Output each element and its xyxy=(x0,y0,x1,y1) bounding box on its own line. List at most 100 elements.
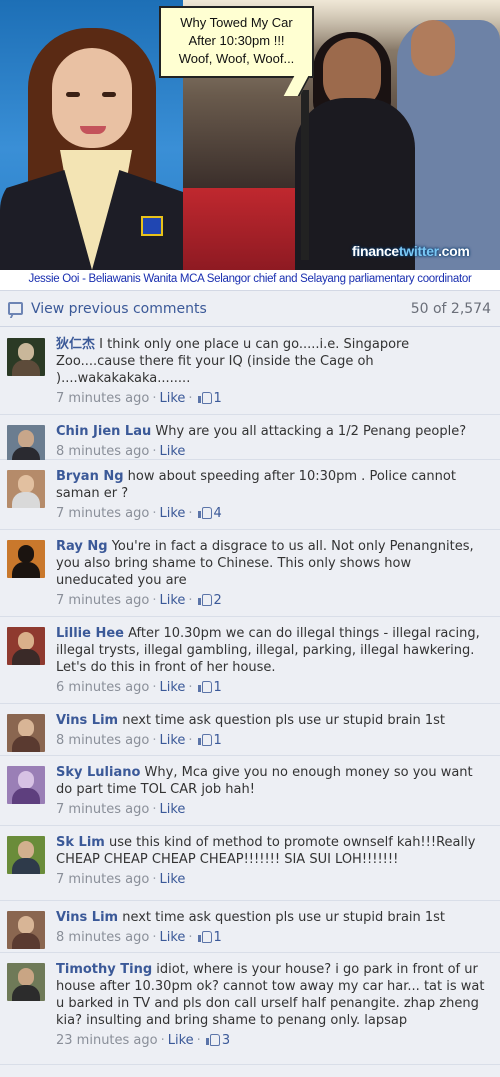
comment-author-link[interactable]: Vins Lim xyxy=(56,910,118,925)
comment-meta: 7 minutes ago · Like xyxy=(56,802,186,817)
comment-author-link[interactable]: Ray Ng xyxy=(56,539,108,554)
comment-body: Sky Luliano Why, Mca give you no enough … xyxy=(56,764,492,798)
comment-item: Ray Ng You're in fact a disgrace to us a… xyxy=(0,530,500,617)
like-link[interactable]: Like xyxy=(168,1033,194,1048)
comment-item: 狄仁杰 I think only one place u can go.....… xyxy=(0,328,500,415)
like-count[interactable]: 1 xyxy=(214,733,222,748)
comment-body: Bryan Ng how about speeding after 10:30p… xyxy=(56,468,492,502)
like-link[interactable]: Like xyxy=(159,391,185,406)
avatar[interactable] xyxy=(7,627,45,665)
comment-meta: 7 minutes ago · Like xyxy=(56,872,186,887)
like-link[interactable]: Like xyxy=(159,733,185,748)
avatar[interactable] xyxy=(7,425,45,463)
comment-author-link[interactable]: Sk Lim xyxy=(56,835,105,850)
comment-meta: 7 minutes ago · Like · 4 xyxy=(56,506,222,521)
comment-body: Chin Jien Lau Why are you all attacking … xyxy=(56,423,492,440)
comments-panel: View previous comments 50 of 2,574 狄仁杰 I… xyxy=(0,290,500,1077)
comment-body: Timothy Ting idiot, where is your house?… xyxy=(56,961,492,1029)
comment-text: next time ask question pls use ur stupid… xyxy=(118,713,446,728)
comment-meta: 8 minutes ago · Like · 1 xyxy=(56,930,222,945)
thumbs-up-icon[interactable] xyxy=(197,594,212,606)
comment-text: use this kind of method to promote ownse… xyxy=(56,835,476,867)
thumbs-up-icon[interactable] xyxy=(197,734,212,746)
like-count[interactable]: 2 xyxy=(214,593,222,608)
comment-body: 狄仁杰 I think only one place u can go.....… xyxy=(56,336,492,387)
like-link[interactable]: Like xyxy=(159,872,185,887)
like-link[interactable]: Like xyxy=(159,680,185,695)
comment-item: Chin Jien Lau Why are you all attacking … xyxy=(0,415,500,463)
thumbs-up-icon[interactable] xyxy=(197,507,212,519)
photo-caption: Jessie Ooi - Beliawanis Wanita MCA Selan… xyxy=(0,270,500,288)
comment-body: Ray Ng You're in fact a disgrace to us a… xyxy=(56,538,492,589)
comment-author-link[interactable]: Sky Luliano xyxy=(56,765,140,780)
like-link[interactable]: Like xyxy=(159,930,185,945)
comment-item: Lillie Hee After 10.30pm we can do illeg… xyxy=(0,617,500,704)
thumbs-up-icon[interactable] xyxy=(205,1034,220,1046)
avatar[interactable] xyxy=(7,963,45,1001)
comment-text: Why are you all attacking a 1/2 Penang p… xyxy=(151,424,467,439)
like-count[interactable]: 1 xyxy=(214,391,222,406)
view-previous-comments-link[interactable]: View previous comments xyxy=(31,301,207,317)
comment-timestamp[interactable]: 7 minutes ago xyxy=(56,506,149,521)
comment-timestamp[interactable]: 6 minutes ago xyxy=(56,680,149,695)
watermark: financetwitter.com xyxy=(352,243,470,259)
comment-author-link[interactable]: Timothy Ting xyxy=(56,962,152,977)
comment-author-link[interactable]: Chin Jien Lau xyxy=(56,424,151,439)
speech-bubble-line: After 10:30pm !!! xyxy=(188,33,285,48)
comment-text: You're in fact a disgrace to us all. Not… xyxy=(56,539,474,588)
speech-bubble-line: Woof, Woof, Woof... xyxy=(178,51,295,66)
comment-timestamp[interactable]: 8 minutes ago xyxy=(56,444,149,459)
comment-item: Sk Lim use this kind of method to promot… xyxy=(0,826,500,901)
comment-body: Vins Lim next time ask question pls use … xyxy=(56,712,492,729)
comment-item: Sky Luliano Why, Mca give you no enough … xyxy=(0,756,500,826)
comment-timestamp[interactable]: 23 minutes ago xyxy=(56,1033,158,1048)
thumbs-up-icon[interactable] xyxy=(197,931,212,943)
like-link[interactable]: Like xyxy=(159,444,185,459)
comment-author-link[interactable]: Vins Lim xyxy=(56,713,118,728)
comment-item: Vins Lim next time ask question pls use … xyxy=(0,704,500,756)
avatar[interactable] xyxy=(7,338,45,376)
speech-bubble-icon xyxy=(8,302,23,315)
speech-bubble: Why Towed My Car After 10:30pm !!! Woof,… xyxy=(159,6,314,96)
comment-meta: 7 minutes ago · Like · 2 xyxy=(56,593,222,608)
avatar[interactable] xyxy=(7,470,45,508)
avatar[interactable] xyxy=(7,714,45,752)
thumbs-up-icon[interactable] xyxy=(197,392,212,404)
like-link[interactable]: Like xyxy=(159,802,185,817)
comment-meta: 6 minutes ago · Like · 1 xyxy=(56,680,222,695)
comment-body: Sk Lim use this kind of method to promot… xyxy=(56,834,492,868)
comment-timestamp[interactable]: 7 minutes ago xyxy=(56,391,149,406)
like-count[interactable]: 1 xyxy=(214,930,222,945)
comment-meta: 7 minutes ago · Like · 1 xyxy=(56,391,222,406)
thumbs-up-icon[interactable] xyxy=(197,681,212,693)
like-count[interactable]: 1 xyxy=(214,680,222,695)
like-link[interactable]: Like xyxy=(159,506,185,521)
microphone-icon xyxy=(301,90,309,260)
avatar[interactable] xyxy=(7,766,45,804)
comment-timestamp[interactable]: 8 minutes ago xyxy=(56,733,149,748)
comment-timestamp[interactable]: 7 minutes ago xyxy=(56,593,149,608)
comment-author-link[interactable]: Bryan Ng xyxy=(56,469,124,484)
comment-author-link[interactable]: 狄仁杰 xyxy=(56,337,95,352)
comment-timestamp[interactable]: 7 minutes ago xyxy=(56,872,149,887)
comment-meta: 8 minutes ago · Like xyxy=(56,444,186,459)
like-link[interactable]: Like xyxy=(159,593,185,608)
avatar[interactable] xyxy=(7,911,45,949)
comment-author-link[interactable]: Lillie Hee xyxy=(56,626,124,641)
news-banner-image: Why Towed My Car After 10:30pm !!! Woof,… xyxy=(0,0,500,270)
avatar[interactable] xyxy=(7,836,45,874)
comment-item: Vins Lim next time ask question pls use … xyxy=(0,901,500,953)
comment-text: I think only one place u can go.....i.e.… xyxy=(56,337,410,386)
comment-item: Timothy Ting idiot, where is your house?… xyxy=(0,953,500,1065)
avatar[interactable] xyxy=(7,540,45,578)
portrait-photo xyxy=(0,0,183,270)
view-previous-comments-bar[interactable]: View previous comments 50 of 2,574 xyxy=(0,291,500,327)
comment-count: 50 of 2,574 xyxy=(410,301,491,317)
comment-body: Lillie Hee After 10.30pm we can do illeg… xyxy=(56,625,492,676)
like-count[interactable]: 4 xyxy=(214,506,222,521)
like-count[interactable]: 3 xyxy=(222,1033,230,1048)
comment-timestamp[interactable]: 8 minutes ago xyxy=(56,930,149,945)
comment-meta: 23 minutes ago · Like · 3 xyxy=(56,1033,231,1048)
speech-bubble-line: Why Towed My Car xyxy=(180,15,293,30)
comment-timestamp[interactable]: 7 minutes ago xyxy=(56,802,149,817)
